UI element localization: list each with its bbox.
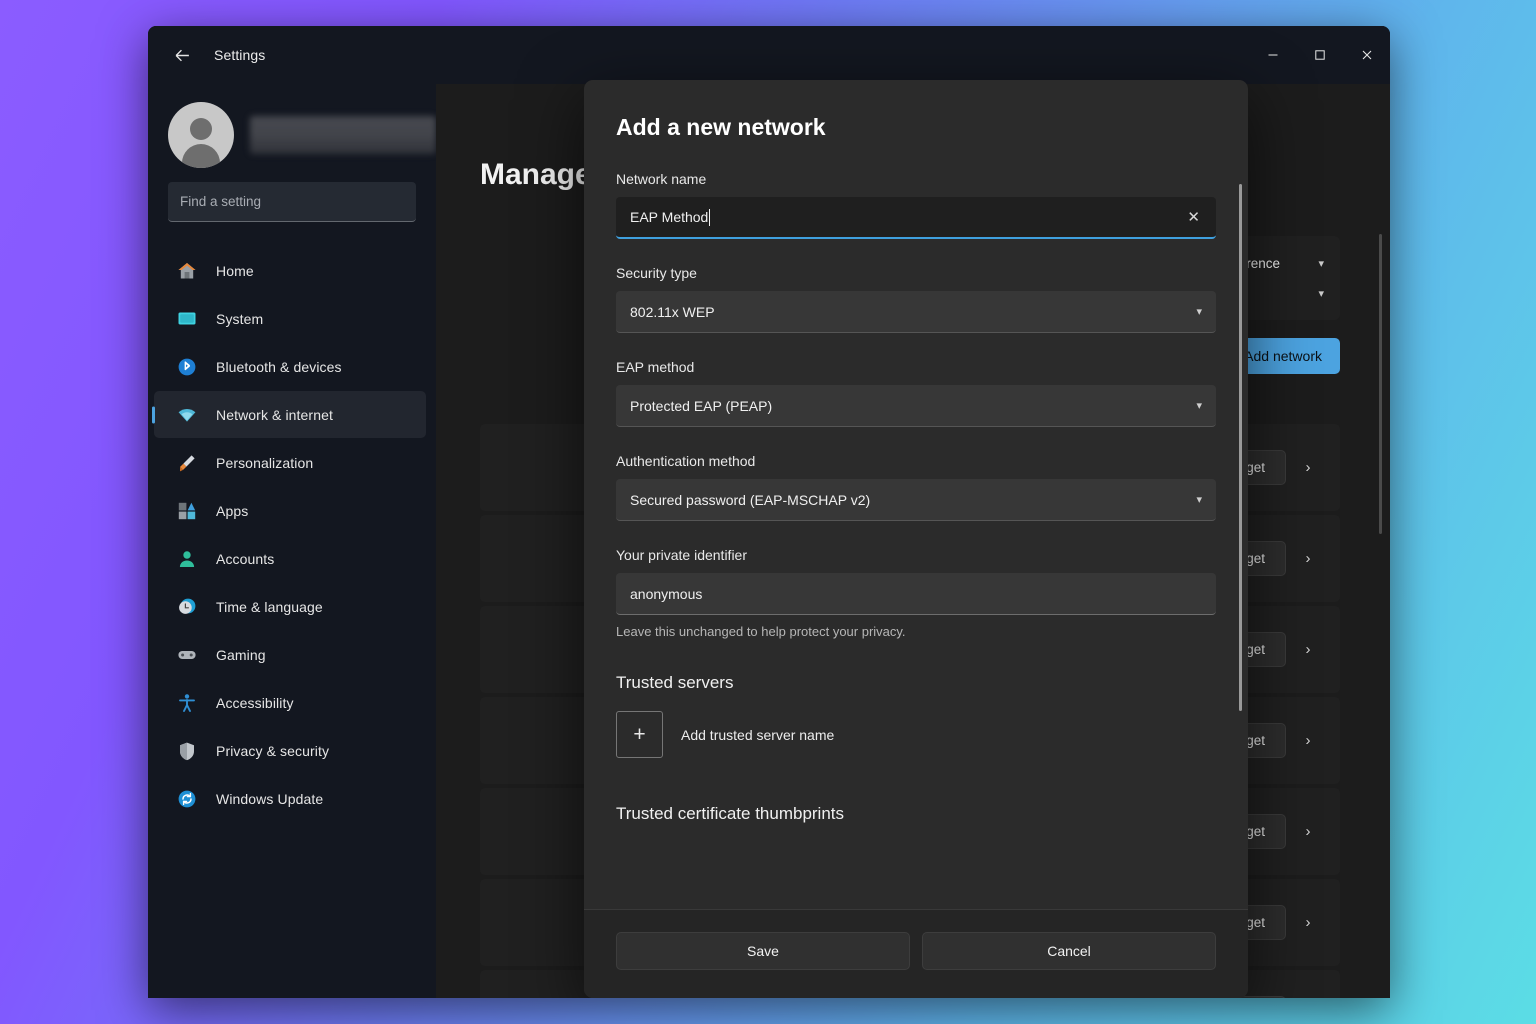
dialog-footer: Save Cancel	[584, 909, 1248, 998]
private-identifier-helper: Leave this unchanged to help protect you…	[616, 624, 906, 639]
private-identifier-label: Your private identifier	[616, 547, 748, 563]
private-identifier-field: Your private identifier anonymous Leave …	[616, 547, 1216, 639]
network-name-input[interactable]: EAP Method ✕	[616, 197, 1216, 239]
network-name-value: EAP Method	[630, 209, 709, 225]
security-type-field: Security type 802.11x WEP ▾	[616, 265, 1216, 333]
dialog-scroll-area: Add a new network Network name EAP Metho…	[584, 80, 1248, 909]
authentication-method-select[interactable]: Secured password (EAP-MSCHAP v2) ▾	[616, 479, 1216, 521]
security-type-value: 802.11x WEP	[630, 303, 715, 320]
chevron-down-icon: ▾	[1196, 494, 1202, 506]
authentication-method-value: Secured password (EAP-MSCHAP v2)	[630, 491, 871, 508]
text-caret	[709, 208, 711, 226]
private-identifier-input[interactable]: anonymous	[616, 573, 1216, 615]
add-network-dialog: Add a new network Network name EAP Metho…	[584, 80, 1248, 998]
eap-method-select[interactable]: Protected EAP (PEAP) ▾	[616, 385, 1216, 427]
security-type-select[interactable]: 802.11x WEP ▾	[616, 291, 1216, 333]
dialog-scrollbar[interactable]	[1239, 184, 1242, 711]
dialog-title: Add a new network	[616, 114, 826, 140]
private-identifier-value: anonymous	[630, 585, 703, 602]
thumbprints-heading: Trusted certificate thumbprints	[616, 804, 845, 823]
clear-x-icon[interactable]: ✕	[1181, 208, 1206, 226]
settings-window: Settings HomeSystemBlu	[148, 26, 1390, 998]
security-type-label: Security type	[616, 265, 697, 281]
modal-scrim: Add a new network Network name EAP Metho…	[148, 26, 1390, 998]
plus-icon[interactable]: +	[616, 711, 663, 758]
trusted-servers-heading: Trusted servers	[616, 673, 734, 692]
add-trusted-server-label: Add trusted server name	[681, 726, 835, 743]
eap-method-value: Protected EAP (PEAP)	[630, 397, 773, 414]
add-trusted-server-row[interactable]: + Add trusted server name	[616, 711, 1216, 758]
authentication-method-label: Authentication method	[616, 453, 756, 469]
authentication-method-field: Authentication method Secured password (…	[616, 453, 1216, 521]
eap-method-label: EAP method	[616, 359, 695, 375]
chevron-down-icon: ▾	[1196, 306, 1202, 318]
save-button[interactable]: Save	[616, 932, 910, 970]
eap-method-field: EAP method Protected EAP (PEAP) ▾	[616, 359, 1216, 427]
network-name-field: Network name EAP Method ✕	[616, 171, 1216, 239]
chevron-down-icon: ▾	[1196, 400, 1202, 412]
network-name-label: Network name	[616, 171, 707, 187]
cancel-button[interactable]: Cancel	[922, 932, 1216, 970]
